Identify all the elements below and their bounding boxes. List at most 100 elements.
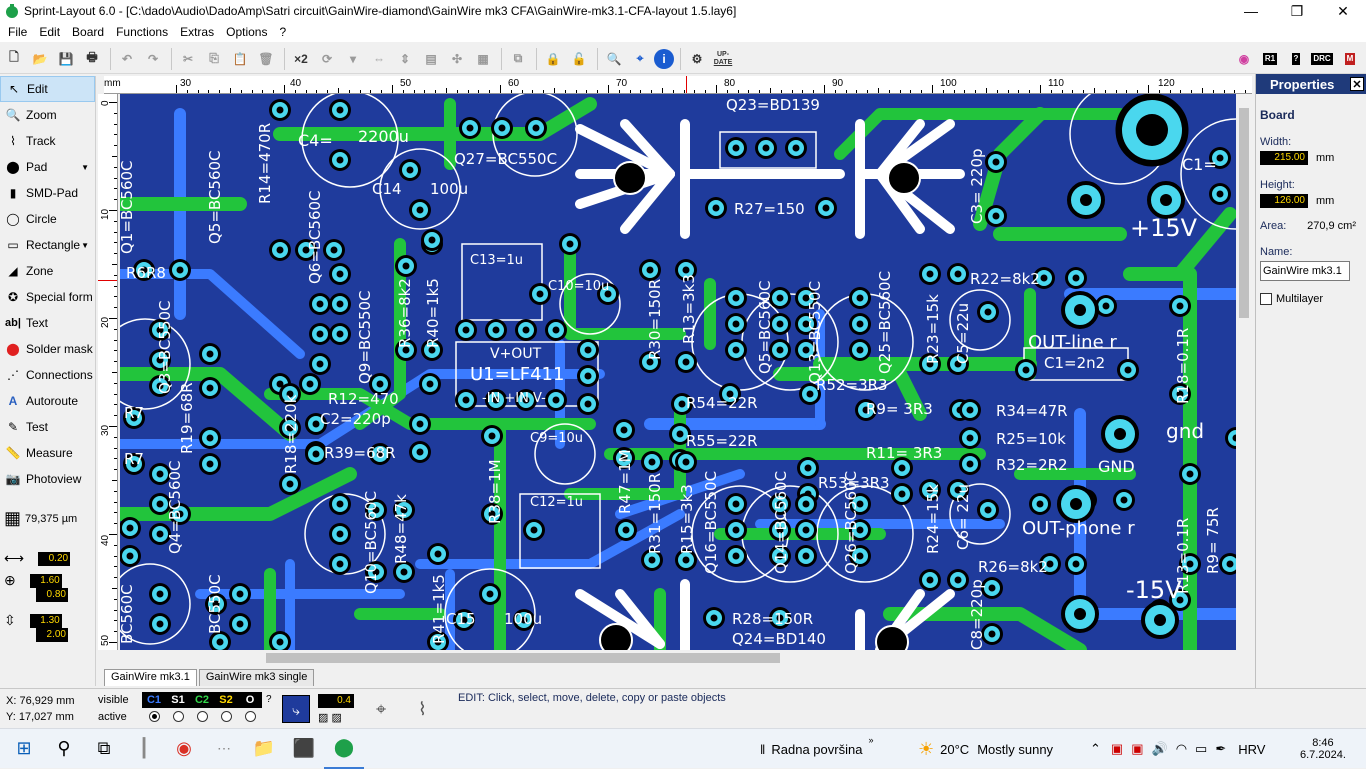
tool-photoview[interactable]: 📷 Photoview [0,466,95,492]
wifi-icon[interactable]: ◠ [1176,741,1187,757]
horizontal-scroll-thumb[interactable] [266,653,780,663]
sprint-layout-taskbar-icon[interactable]: ⬤ [324,729,364,769]
tool-special-form[interactable]: ✪ Special form [0,284,95,310]
cut-icon[interactable]: ✂ [176,47,200,71]
board-height-input[interactable]: 126.00 [1260,194,1308,208]
fill-pattern-icons[interactable]: ▨ ▨ [318,711,342,724]
macro-button[interactable]: M [1338,47,1362,71]
vertical-scroll-thumb[interactable] [1239,108,1249,318]
menu-file[interactable]: File [2,22,33,42]
align-icon[interactable]: ▤ [419,47,443,71]
desktop-toolbar[interactable]: ‖ Radna površina » [760,729,873,769]
pen-icon[interactable]: ✒ [1215,741,1226,757]
r1-button[interactable]: R1 [1258,47,1282,71]
snap-grid-icon[interactable]: ✣ [445,47,469,71]
pad-inner-setting[interactable]: 0.80 [4,588,68,602]
speaker-icon[interactable]: 🔊 [1152,741,1168,757]
layer-c1-toggle[interactable]: C1 [142,691,166,708]
print-icon[interactable]: 🖶 [80,47,104,71]
board-name-input[interactable]: GainWire mk3.1 [1260,261,1350,281]
grid-selector[interactable]: ▦ 79,375 µm [4,508,77,529]
multilayer-checkbox[interactable]: Multilayer [1260,293,1366,305]
language-indicator[interactable]: HRV [1238,742,1265,757]
tool-zone[interactable]: ◢ Zone [0,258,95,284]
drc-button[interactable]: DRC [1310,47,1334,71]
tool-text[interactable]: ab| Text [0,310,95,336]
redo-icon[interactable]: ↷ [141,47,165,71]
track-width-value[interactable]: 0.20 [38,551,71,566]
pcb-canvas[interactable]: Q23=BD139 R27=150 C4= 2200u Q27=BC550C C… [120,94,1236,650]
active-c1-radio[interactable] [142,709,166,725]
windows-start-icon[interactable]: ⊞ [4,729,44,769]
paste-icon[interactable]: 📋 [228,47,252,71]
smd-height-setting[interactable]: 2.00 [4,628,68,642]
pad-inner-value[interactable]: 0.80 [36,588,68,602]
menu-functions[interactable]: Functions [110,22,174,42]
track-style-button[interactable]: ⤷ [282,695,310,723]
layer-help-icon[interactable]: ? [266,694,272,705]
copy-icon[interactable]: ⎘ [202,47,226,71]
active-c2-radio[interactable] [190,709,214,725]
tool-connections[interactable]: ⋰ Connections [0,362,95,388]
active-o-radio[interactable] [238,709,262,725]
active-s2-radio[interactable] [214,709,238,725]
acrobat-icon[interactable]: ⬛ [284,729,324,769]
chevron-up-icon[interactable]: » [868,735,873,745]
tool-track[interactable]: ⌇ Track [0,128,95,154]
chevron-down-icon[interactable]: ▼ [81,163,89,172]
smd-height-value[interactable]: 2.00 [36,628,68,642]
vertical-scrollbar[interactable] [1236,94,1252,650]
crosshair-icon[interactable]: ⌖ [376,699,386,720]
menu-extras[interactable]: Extras [174,22,220,42]
zoom-magnifier-icon[interactable]: 🔍 [602,47,626,71]
group-icon[interactable]: ⧉ [506,47,530,71]
tool-autoroute[interactable]: A Autoroute [0,388,95,414]
tray-acrobat-icon[interactable]: ▣ [1131,741,1143,757]
heatsink-hole[interactable] [599,623,633,650]
tool-zoom[interactable]: 🔍 Zoom [0,102,95,128]
close-icon[interactable]: ✕ [1350,77,1364,91]
dropdown-arrow-icon[interactable]: ▾ [341,47,365,71]
horizontal-scrollbar[interactable] [120,650,1236,666]
heatsink-hole[interactable] [887,161,921,195]
menu-help[interactable]: ? [273,22,292,42]
maximize-button[interactable]: ❐ [1274,0,1320,22]
layer-s2-toggle[interactable]: S2 [214,691,238,708]
tool-smd-pad[interactable]: ▮ SMD-Pad [0,180,95,206]
component-icon[interactable]: ▦ [471,47,495,71]
mirror-vertical-icon[interactable]: ⇕ [393,47,417,71]
rotate-icon[interactable]: ⟳ [315,47,339,71]
tool-test[interactable]: ✎ Test [0,414,95,440]
update-button[interactable]: UP- DATE [711,47,735,71]
active-s1-radio[interactable] [166,709,190,725]
duplicate-x2-button[interactable]: ×2 [289,47,313,71]
menu-board[interactable]: Board [66,22,110,42]
save-icon[interactable]: 💾 [54,47,78,71]
tool-measure[interactable]: 📏 Measure [0,440,95,466]
battery-icon[interactable]: ▭ [1195,741,1207,757]
layer-o-toggle[interactable]: O [238,691,262,708]
crop-zoom-icon[interactable]: ⌖ [628,47,652,71]
layer-c2-toggle[interactable]: C2 [190,691,214,708]
smd-width-value[interactable]: 1.30 [29,613,62,628]
checkbox-box[interactable] [1260,293,1272,305]
pad-outer-setting[interactable]: ⊕ 1.60 [4,572,62,589]
close-window-button[interactable]: ✕ [1320,0,1366,22]
connection-link-icon[interactable]: ⌇ [418,699,427,720]
pad-outer-value[interactable]: 1.60 [29,573,62,588]
photoview-pink-icon[interactable]: ◉ [1232,47,1256,71]
weather-widget[interactable]: ☀ 20°C Mostly sunny [918,729,1053,769]
new-file-icon[interactable]: 🗋 [2,47,26,71]
open-folder-icon[interactable]: 📂 [28,47,52,71]
info-icon[interactable]: i [654,48,674,69]
tool-edit[interactable]: ↖ Edit [0,76,95,102]
board-width-input[interactable]: 215.00 [1260,151,1308,165]
unlock-icon[interactable]: 🔓 [567,47,591,71]
app-dots-icon[interactable]: ⋯ [204,729,244,769]
clock[interactable]: 8:46 6.7.2024. [1300,729,1346,769]
tab-gainwire-mk3-single[interactable]: GainWire mk3 single [198,669,315,686]
line-width-value[interactable]: 0.4 [318,694,354,708]
tray-app-icon[interactable]: ▣ [1111,741,1123,757]
tool-pad[interactable]: ⬤ Pad ▼ [0,154,95,180]
mirror-horizontal-icon[interactable]: ⇔ [367,47,391,71]
